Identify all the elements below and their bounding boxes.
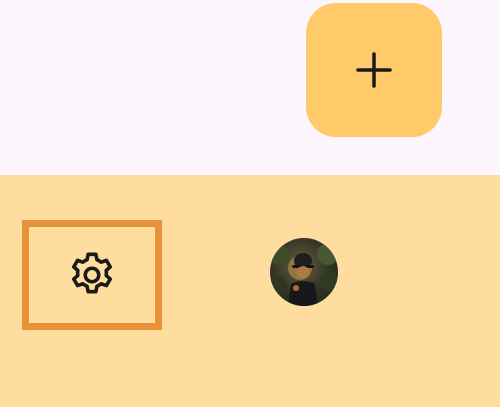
gear-icon [65, 248, 119, 302]
content-area [0, 0, 500, 175]
avatar[interactable] [270, 238, 338, 306]
bottom-navigation-bar [0, 175, 500, 407]
plus-icon [354, 50, 394, 90]
add-button[interactable] [306, 3, 442, 137]
settings-button[interactable] [22, 220, 162, 330]
